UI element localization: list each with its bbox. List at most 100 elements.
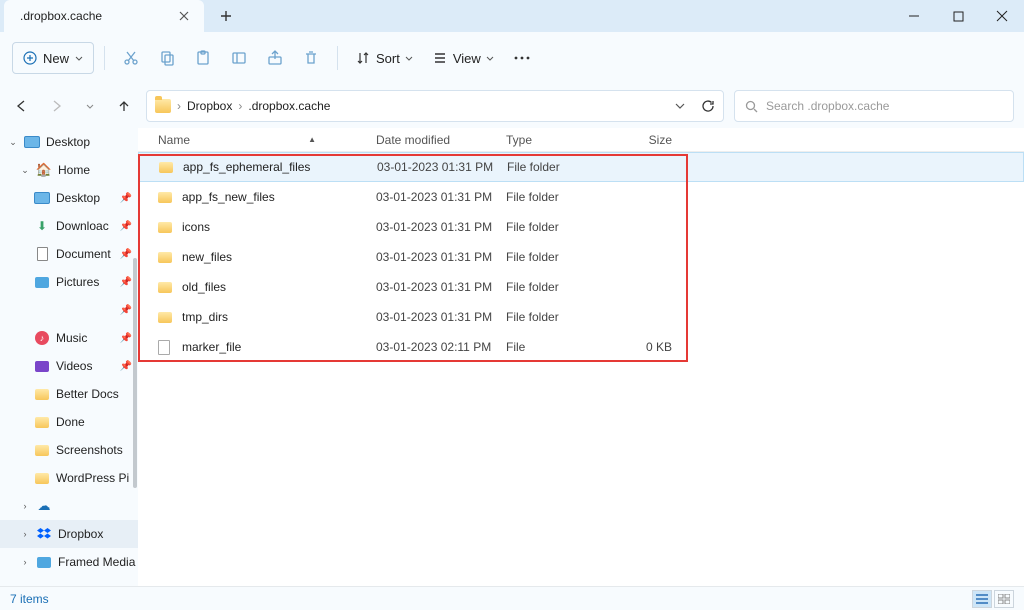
sort-label: Sort [376, 51, 400, 66]
file-date: 03-01-2023 01:31 PM [376, 280, 506, 294]
tree-item-dropbox[interactable]: › Dropbox [0, 520, 138, 548]
copy-button[interactable] [151, 42, 183, 74]
share-button[interactable] [259, 42, 291, 74]
search-input[interactable] [766, 99, 1003, 113]
dropbox-icon [36, 526, 52, 542]
tree-label: Dropbox [58, 527, 103, 541]
file-row[interactable]: icons03-01-2023 01:31 PMFile folder [138, 212, 1024, 242]
rename-button[interactable] [223, 42, 255, 74]
scrollbar-thumb[interactable] [133, 258, 137, 488]
column-header-name[interactable]: Name ▲ [158, 133, 376, 147]
tree-label: Pictures [56, 275, 99, 289]
folder-icon [35, 473, 49, 484]
chevron-right-icon[interactable]: › [20, 529, 30, 539]
file-row[interactable]: app_fs_new_files03-01-2023 01:31 PMFile … [138, 182, 1024, 212]
navigation-row: › Dropbox › .dropbox.cache [0, 84, 1024, 128]
breadcrumb-segment[interactable]: .dropbox.cache [248, 99, 330, 113]
maximize-button[interactable] [936, 0, 980, 32]
new-tab-button[interactable] [210, 0, 242, 32]
up-button[interactable] [112, 94, 136, 118]
chevron-right-icon[interactable]: › [20, 501, 30, 511]
column-label: Type [506, 133, 532, 147]
rename-icon [231, 50, 247, 66]
tree-item-documents[interactable]: Document 📌 [0, 240, 138, 268]
chevron-right-icon: › [177, 99, 181, 113]
tree-label: Videos [56, 359, 92, 373]
file-date: 03-01-2023 01:31 PM [376, 250, 506, 264]
chevron-down-icon[interactable]: ⌄ [8, 137, 18, 148]
column-header-type[interactable]: Type [506, 133, 612, 147]
file-row[interactable]: marker_file03-01-2023 02:11 PMFile0 KB [138, 332, 1024, 362]
tree-item-framed-media[interactable]: › Framed Media [0, 548, 138, 576]
view-toggle [972, 590, 1014, 608]
file-row[interactable]: app_fs_ephemeral_files03-01-2023 01:31 P… [138, 152, 1024, 182]
file-type: File [506, 340, 612, 354]
forward-button[interactable] [44, 94, 68, 118]
file-type: File folder [506, 280, 612, 294]
tree-item-desktop-root[interactable]: ⌄ Desktop [0, 128, 138, 156]
cut-button[interactable] [115, 42, 147, 74]
tree-item-pictures[interactable]: Pictures 📌 [0, 268, 138, 296]
close-button[interactable] [980, 0, 1024, 32]
music-icon: ♪ [35, 331, 49, 345]
folder-icon [35, 445, 49, 456]
breadcrumb-segment[interactable]: Dropbox [187, 99, 232, 113]
chevron-down-icon [75, 56, 83, 61]
file-name: tmp_dirs [182, 310, 376, 324]
file-name: old_files [182, 280, 376, 294]
search-box[interactable] [734, 90, 1014, 122]
minimize-button[interactable] [892, 0, 936, 32]
chevron-down-icon[interactable] [675, 103, 685, 109]
file-row[interactable]: new_files03-01-2023 01:31 PMFile folder [138, 242, 1024, 272]
chevron-right-icon[interactable]: › [20, 557, 30, 567]
paste-button[interactable] [187, 42, 219, 74]
tree-item-screenshots[interactable]: Screenshots [0, 436, 138, 464]
column-header-size[interactable]: Size [612, 133, 672, 147]
monitor-icon [24, 136, 40, 148]
file-icon [158, 340, 170, 355]
icons-view-button[interactable] [994, 590, 1014, 608]
tree-item-music[interactable]: ♪ Music 📌 [0, 324, 138, 352]
tree-item-downloads[interactable]: ⬇ Downloac 📌 [0, 212, 138, 240]
details-view-button[interactable] [972, 590, 992, 608]
tree-item-better-docs[interactable]: Better Docs [0, 380, 138, 408]
file-name: new_files [182, 250, 376, 264]
tree-label: Screenshots [56, 443, 123, 457]
folder-icon [158, 282, 172, 293]
paste-icon [195, 50, 211, 66]
view-label: View [453, 51, 481, 66]
address-bar[interactable]: › Dropbox › .dropbox.cache [146, 90, 724, 122]
file-list[interactable]: app_fs_ephemeral_files03-01-2023 01:31 P… [138, 152, 1024, 362]
column-header-date[interactable]: Date modified [376, 133, 506, 147]
delete-button[interactable] [295, 42, 327, 74]
recent-button[interactable] [78, 94, 102, 118]
video-icon [35, 361, 49, 372]
file-row[interactable]: tmp_dirs03-01-2023 01:31 PMFile folder [138, 302, 1024, 332]
window-tab[interactable]: .dropbox.cache [4, 0, 204, 32]
tree-item-videos[interactable]: Videos 📌 [0, 352, 138, 380]
tree-item-wordpress[interactable]: WordPress Pi [0, 464, 138, 492]
content-pane: Name ▲ Date modified Type Size app_fs_ep… [138, 128, 1024, 586]
chevron-down-icon[interactable]: ⌄ [20, 165, 30, 176]
sort-button[interactable]: Sort [348, 42, 421, 74]
more-button[interactable] [506, 42, 538, 74]
close-tab-icon[interactable] [176, 8, 192, 24]
file-type: File folder [506, 190, 612, 204]
file-row[interactable]: old_files03-01-2023 01:31 PMFile folder [138, 272, 1024, 302]
file-type: File folder [506, 310, 612, 324]
pin-icon: 📌 [120, 249, 132, 260]
tree-item-onedrive[interactable]: › ☁ [0, 492, 138, 520]
file-date: 03-01-2023 02:11 PM [376, 340, 506, 354]
view-button[interactable]: View [425, 42, 502, 74]
new-button[interactable]: New [12, 42, 94, 74]
title-bar: .dropbox.cache [0, 0, 1024, 32]
back-button[interactable] [10, 94, 34, 118]
pin-icon: 📌 [120, 333, 132, 344]
pictures-icon [35, 277, 49, 288]
download-icon: ⬇ [34, 218, 50, 234]
folder-icon [158, 222, 172, 233]
tree-item-desktop[interactable]: Desktop 📌 [0, 184, 138, 212]
tree-item-done[interactable]: Done [0, 408, 138, 436]
refresh-button[interactable] [701, 99, 715, 113]
tree-item-home[interactable]: ⌄ 🏠 Home [0, 156, 138, 184]
